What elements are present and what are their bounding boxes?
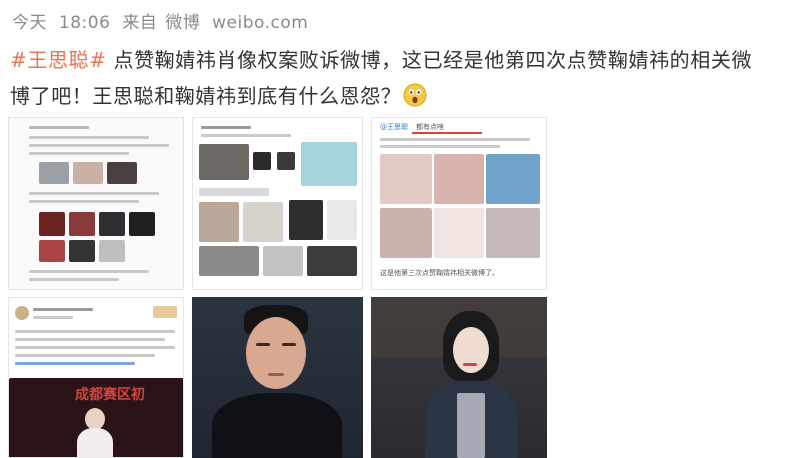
tile4-banner: 成都赛区初 — [75, 387, 145, 403]
post-site[interactable]: weibo.com — [212, 13, 308, 33]
image-tile-6[interactable] — [371, 297, 547, 458]
surprised-face-icon — [403, 82, 427, 107]
tile3-header: @王思聪 — [380, 123, 408, 131]
post-time: 18:06 — [58, 13, 111, 33]
image-tile-1[interactable] — [8, 117, 184, 290]
post-source[interactable]: 微博 — [165, 13, 200, 33]
image-tile-3[interactable]: @王思聪 都有点啥 这是他第三次点赞鞠婧祎相关微博了。 — [371, 117, 547, 290]
post-text-line1: 点赞鞠婧祎肖像权案败诉微博，这已经是他第四次点赞鞠婧祎的相关微 — [106, 48, 753, 72]
post-text: #王思聪# 点赞鞠婧祎肖像权案败诉微博，这已经是他第四次点赞鞠婧祎的相关微 博了… — [10, 42, 790, 114]
post-source-prefix: 来自 — [122, 13, 158, 33]
post-meta: 今天 18:06 来自 微博 weibo.com — [12, 8, 314, 33]
image-tile-4[interactable]: 成都赛区初 — [8, 297, 184, 458]
post-time-label: 今天 — [12, 13, 47, 33]
image-tile-2[interactable] — [192, 117, 363, 290]
post-text-line2: 博了吧！王思聪和鞠婧祎到底有什么恩怨？ — [10, 84, 402, 108]
tile3-footer: 这是他第三次点赞鞠婧祎相关微博了。 — [380, 269, 499, 277]
hashtag-link[interactable]: #王思聪# — [10, 48, 107, 72]
tile3-title: 都有点啥 — [416, 123, 444, 131]
image-tile-5[interactable] — [192, 297, 363, 458]
